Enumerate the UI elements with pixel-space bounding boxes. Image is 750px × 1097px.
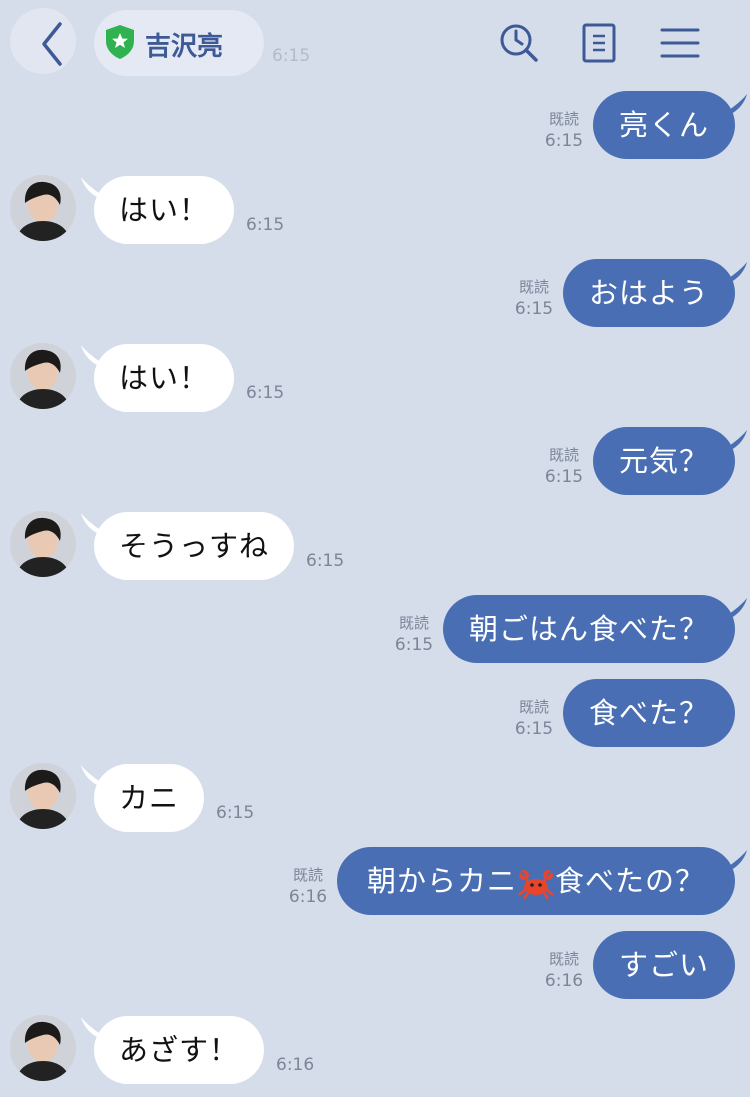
contact-avatar[interactable] bbox=[10, 1015, 76, 1081]
faded-timestamp: 6:15 bbox=[272, 46, 311, 66]
message-bubble[interactable]: おはよう bbox=[563, 259, 735, 327]
message-bubble[interactable]: 朝からカニ 食べたの？ bbox=[337, 847, 735, 915]
message-time: 6:16 bbox=[544, 971, 584, 991]
read-receipt: 既読 bbox=[518, 278, 549, 296]
chat-header: 6:15 吉沢亮 bbox=[0, 0, 750, 90]
message-text-before: 朝からカニ bbox=[366, 864, 517, 898]
read-receipt: 既読 bbox=[548, 446, 579, 464]
bubble-tail bbox=[81, 1017, 110, 1040]
message-bubble[interactable]: そうっすね bbox=[94, 512, 294, 580]
message-bubble[interactable]: あざす！ bbox=[94, 1016, 264, 1084]
message-meta: 既読 6:15 bbox=[540, 444, 588, 488]
message-meta: 既読 6:15 bbox=[510, 276, 558, 320]
read-receipt: 既読 bbox=[292, 866, 323, 884]
message-bubble[interactable]: 食べた？ bbox=[563, 679, 735, 747]
chat-title[interactable]: 吉沢亮 bbox=[145, 26, 223, 63]
message-bubble[interactable]: 朝ごはん食べた？ bbox=[443, 595, 735, 663]
message-bubble[interactable]: 元気？ bbox=[593, 427, 735, 495]
message-meta: 既読 6:16 bbox=[284, 864, 332, 908]
message-bubble[interactable]: はい！ bbox=[94, 344, 234, 412]
bubble-tail bbox=[718, 598, 747, 621]
message-time: 6:15 bbox=[514, 719, 554, 739]
bubble-tail bbox=[81, 513, 110, 536]
notes-icon[interactable] bbox=[578, 22, 620, 64]
message-time: 6:15 bbox=[246, 215, 285, 235]
contact-avatar[interactable] bbox=[10, 511, 76, 577]
official-shield-icon bbox=[106, 25, 134, 59]
message-meta: 既読 6:15 bbox=[390, 612, 438, 656]
bubble-tail bbox=[81, 177, 110, 200]
read-receipt: 既読 bbox=[548, 950, 579, 968]
bubble-tail bbox=[718, 430, 747, 453]
message-time: 6:15 bbox=[394, 635, 434, 655]
message-time: 6:15 bbox=[246, 383, 285, 403]
message-time: 6:15 bbox=[216, 803, 255, 823]
message-time: 6:15 bbox=[514, 299, 554, 319]
message-time: 6:15 bbox=[544, 131, 584, 151]
message-meta: 既読 6:16 bbox=[540, 948, 588, 992]
contact-avatar[interactable] bbox=[10, 763, 76, 829]
crab-emoji-icon bbox=[518, 870, 554, 900]
contact-avatar[interactable] bbox=[10, 175, 76, 241]
message-bubble[interactable]: 亮くん bbox=[593, 91, 735, 159]
read-receipt: 既読 bbox=[398, 614, 429, 632]
contact-avatar[interactable] bbox=[10, 343, 76, 409]
message-time: 6:15 bbox=[306, 551, 345, 571]
bubble-tail bbox=[81, 345, 110, 368]
read-receipt: 既読 bbox=[548, 110, 579, 128]
message-bubble[interactable]: はい！ bbox=[94, 176, 234, 244]
bubble-tail bbox=[81, 765, 110, 788]
message-time: 6:16 bbox=[276, 1055, 315, 1075]
back-chevron-icon[interactable] bbox=[30, 18, 76, 70]
read-receipt: 既読 bbox=[518, 698, 549, 716]
message-meta: 既読 6:15 bbox=[510, 696, 558, 740]
message-bubble[interactable]: すごい bbox=[593, 931, 735, 999]
message-bubble[interactable]: カニ bbox=[94, 764, 204, 832]
menu-icon[interactable] bbox=[660, 22, 700, 64]
search-clock-icon[interactable] bbox=[498, 22, 540, 64]
bubble-tail bbox=[718, 94, 747, 117]
message-time: 6:15 bbox=[544, 467, 584, 487]
bubble-tail bbox=[718, 262, 747, 285]
message-text-after: 食べたの？ bbox=[555, 864, 706, 898]
bubble-tail bbox=[718, 850, 747, 873]
message-time: 6:16 bbox=[288, 887, 328, 907]
message-meta: 既読 6:15 bbox=[540, 108, 588, 152]
